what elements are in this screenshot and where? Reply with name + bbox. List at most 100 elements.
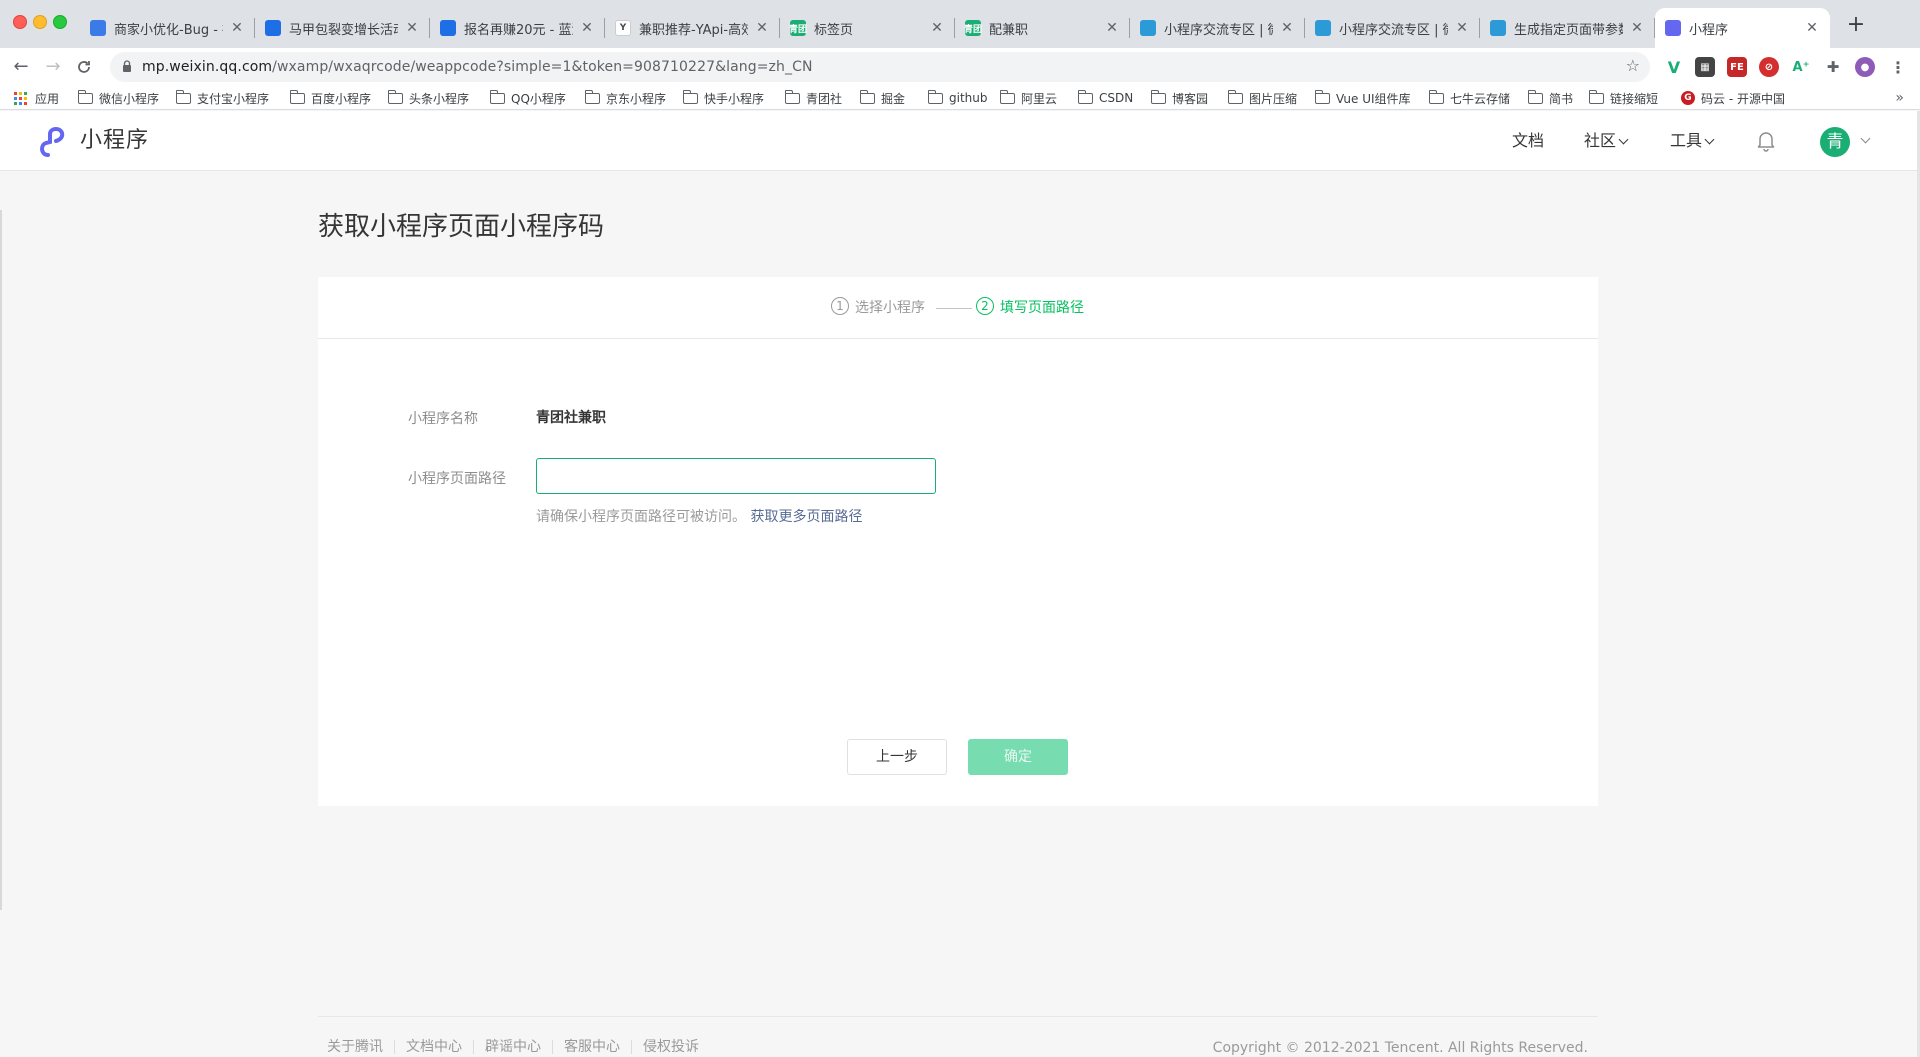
tab-close-icon[interactable]: ✕ [754, 20, 770, 36]
browser-tab[interactable]: 报名再赚20元 - 蓝湖 ✕ [430, 8, 605, 48]
browser-tabs: 商家小优化-Bug - 禅 ✕ 马甲包裂变增长活动 ✕ 报名再赚20元 - 蓝湖 ✕ Y 兼职… [80, 8, 1830, 48]
bookmark-star-icon[interactable]: ☆ [1626, 56, 1640, 75]
font-extension-icon[interactable]: A⁺ [1791, 57, 1811, 77]
folder-icon [784, 89, 800, 104]
footer-link[interactable]: 文档中心 [394, 1040, 473, 1054]
nav-docs[interactable]: 文档 [1512, 111, 1544, 171]
browser-tab[interactable]: 小程序 ✕ [1655, 8, 1830, 48]
tab-close-icon[interactable]: ✕ [929, 20, 945, 36]
bookmark-item[interactable]: QQ小程序 [489, 86, 566, 110]
bookmarks-bar: » 应用 微信小程序 支付宝小程序 百度小程序 头条小程序 QQ小程序 京东小程序 快手小程序… [0, 86, 1920, 110]
bookmark-item[interactable]: 快手小程序 [682, 86, 764, 110]
bookmark-item[interactable]: 图片压缩 [1227, 86, 1297, 110]
bookmark-item[interactable]: 应用 [14, 86, 59, 110]
left-edge-divider [0, 210, 2, 910]
profile-avatar-icon[interactable]: ● [1855, 57, 1875, 77]
folder-icon [682, 89, 698, 104]
forward-icon[interactable]: → [42, 56, 64, 78]
puzzle-icon[interactable]: ✚ [1823, 57, 1843, 77]
footer-link[interactable]: 客服中心 [552, 1040, 631, 1054]
footer-links: 关于腾讯 文档中心 辟谣中心 客服中心 侵权投诉 [318, 1040, 710, 1054]
browser-tab[interactable]: 商家小优化-Bug - 禅 ✕ [80, 8, 255, 48]
miniprogram-logo-icon[interactable] [38, 125, 72, 157]
tab-close-icon[interactable]: ✕ [1804, 20, 1820, 36]
tab-close-icon[interactable]: ✕ [229, 20, 245, 36]
window-minimize-button[interactable] [33, 15, 47, 29]
vue-devtools-icon[interactable]: V [1664, 57, 1684, 77]
folder-icon [489, 89, 505, 104]
page-path-input[interactable] [536, 458, 936, 494]
folder-icon [1527, 89, 1543, 104]
bookmark-label: QQ小程序 [511, 91, 566, 106]
bookmark-item[interactable]: Vue UI组件库 [1314, 86, 1411, 110]
nav-community[interactable]: 社区 [1584, 111, 1629, 171]
window-zoom-button[interactable] [53, 15, 67, 29]
tab-close-icon[interactable]: ✕ [579, 20, 595, 36]
tab-close-icon[interactable]: ✕ [1629, 20, 1645, 36]
browser-tab[interactable]: 小程序交流专区 | 微 ✕ [1305, 8, 1480, 48]
bookmark-item[interactable]: 百度小程序 [289, 86, 371, 110]
bookmark-label: 简书 [1549, 91, 1574, 106]
reload-icon[interactable] [73, 56, 95, 78]
fe-extension-icon[interactable]: FE [1727, 57, 1747, 77]
bookmark-item[interactable]: 博客园 [1150, 86, 1208, 110]
browser-menu-icon[interactable]: ⋮ [1888, 57, 1908, 77]
tip-text: 请确保小程序页面路径可被访问。 [536, 509, 746, 525]
confirm-button[interactable]: 确定 [968, 739, 1068, 775]
address-bar[interactable]: mp.weixin.qq.com/wxamp/wxaqrcode/weappco… [110, 52, 1650, 82]
adblock-extension-icon[interactable]: ⊘ [1759, 57, 1779, 77]
back-icon[interactable]: ← [10, 56, 32, 78]
step-connector [936, 308, 972, 309]
tab-close-icon[interactable]: ✕ [404, 20, 420, 36]
bookmark-item[interactable]: 支付宝小程序 [175, 86, 270, 110]
tab-close-icon[interactable]: ✕ [1104, 20, 1120, 36]
tab-favicon-icon [1315, 20, 1331, 36]
url-path: /wxamp/wxaqrcode/weappcode?simple=1&toke… [272, 59, 813, 75]
bookmark-item[interactable]: 掘金 [859, 86, 905, 110]
footer-link[interactable]: 关于腾讯 [318, 1040, 394, 1054]
tab-favicon-icon: Y [615, 20, 631, 36]
bookmark-item[interactable]: G 码云 - 开源中国 [1681, 86, 1785, 110]
browser-tab[interactable]: 马甲包裂变增长活动 ✕ [255, 8, 430, 48]
lock-icon [123, 60, 131, 72]
footer-link[interactable]: 侵权投诉 [631, 1040, 710, 1054]
new-tab-button[interactable]: + [1842, 12, 1870, 40]
avatar-chevron-down-icon[interactable] [1860, 133, 1871, 144]
gitee-icon: G [1681, 91, 1695, 105]
bookmark-item[interactable]: 阿里云 [999, 86, 1058, 110]
folder-icon [584, 89, 600, 104]
user-avatar[interactable]: 青 [1820, 127, 1850, 157]
bookmark-item[interactable]: 青团社 [784, 86, 842, 110]
browser-tab[interactable]: 青团 标签页 ✕ [780, 8, 955, 48]
folder-icon [1077, 89, 1093, 104]
nav-tools[interactable]: 工具 [1670, 111, 1715, 171]
bookmark-item[interactable]: 七牛云存储 [1428, 86, 1510, 110]
tab-favicon-icon [90, 20, 106, 36]
qrcode-extension-icon[interactable]: ▦ [1695, 57, 1715, 77]
bookmarks-more-icon[interactable]: » [1895, 86, 1904, 110]
brand-name[interactable]: 小程序 [80, 111, 149, 171]
bookmark-item[interactable]: github [927, 86, 987, 110]
bookmark-item[interactable]: CSDN [1077, 86, 1133, 110]
bookmark-item[interactable]: 京东小程序 [584, 86, 666, 110]
previous-step-button[interactable]: 上一步 [847, 739, 947, 775]
window-close-button[interactable] [13, 15, 27, 29]
bookmark-label: 阿里云 [1021, 91, 1058, 106]
browser-tab[interactable]: Y 兼职推荐-YApi-高效 ✕ [605, 8, 780, 48]
tab-close-icon[interactable]: ✕ [1454, 20, 1470, 36]
bookmark-item[interactable]: 简书 [1527, 86, 1574, 110]
footer-link[interactable]: 辟谣中心 [473, 1040, 552, 1054]
folder-icon [289, 89, 305, 104]
browser-tab[interactable]: 小程序交流专区 | 微 ✕ [1130, 8, 1305, 48]
bookmark-item[interactable]: 微信小程序 [77, 86, 159, 110]
step-fill-page-path: 2 填写页面路径 [976, 277, 1084, 339]
folder-icon [1227, 89, 1243, 104]
browser-tab[interactable]: 生成指定页面带参数 ✕ [1480, 8, 1655, 48]
bookmark-label: 支付宝小程序 [197, 91, 270, 106]
bookmark-item[interactable]: 链接缩短 [1588, 86, 1658, 110]
browser-tab[interactable]: 青团 配兼职 ✕ [955, 8, 1130, 48]
bell-icon[interactable] [1756, 130, 1776, 152]
more-page-paths-link[interactable]: 获取更多页面路径 [750, 509, 862, 525]
tab-close-icon[interactable]: ✕ [1279, 20, 1295, 36]
bookmark-item[interactable]: 头条小程序 [387, 86, 469, 110]
